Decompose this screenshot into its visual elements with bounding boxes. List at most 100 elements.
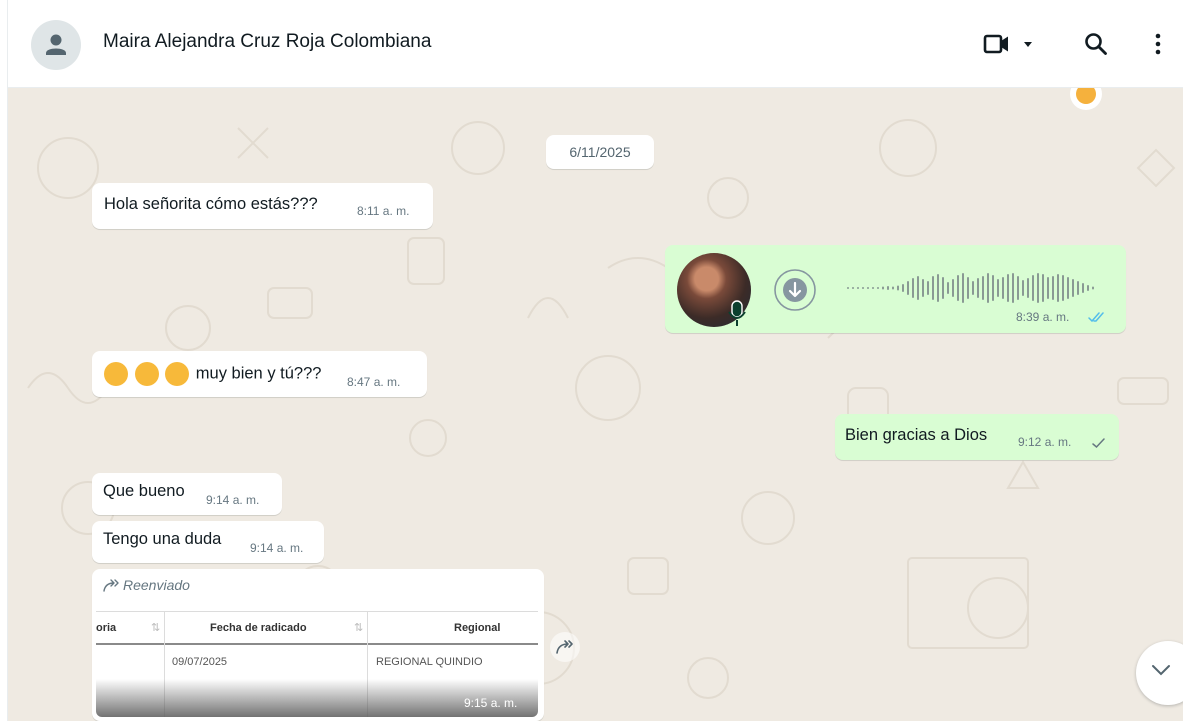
video-call-button[interactable] bbox=[976, 26, 1040, 62]
video-call-icon bbox=[983, 34, 1032, 54]
download-button[interactable] bbox=[773, 268, 817, 312]
waveform-bar bbox=[867, 287, 869, 289]
waveform-bar bbox=[1027, 278, 1029, 298]
message-text-with-emojis: muy bien y tú??? bbox=[104, 362, 321, 386]
waveform-bar bbox=[972, 281, 974, 295]
table-header-rule bbox=[96, 643, 538, 645]
message-time: 9:14 a. m. bbox=[206, 493, 260, 507]
waveform-bar bbox=[872, 287, 874, 289]
waveform-bar bbox=[1002, 277, 1004, 299]
contact-avatar[interactable] bbox=[31, 20, 81, 70]
waveform-bar bbox=[847, 287, 849, 289]
table-top-rule bbox=[96, 611, 538, 612]
waveform-bar bbox=[1012, 273, 1014, 303]
message-text: Que bueno bbox=[103, 482, 185, 500]
forwarded-image-bubble[interactable]: Reenviado oria ⇅ Fecha de radicado ⇅ Reg… bbox=[92, 569, 544, 721]
waveform-bar bbox=[927, 281, 929, 295]
message-time: 8:39 a. m. bbox=[1016, 310, 1070, 324]
message-time: 8:47 a. m. bbox=[347, 375, 401, 389]
waveform-bar bbox=[957, 275, 959, 301]
waveform-bar bbox=[1077, 281, 1079, 295]
message-bubble-incoming[interactable]: Tengo una duda 9:14 a. m. bbox=[92, 521, 324, 563]
message-time: 9:14 a. m. bbox=[250, 541, 304, 555]
sort-icon: ⇅ bbox=[354, 622, 364, 634]
chevron-down-icon bbox=[1152, 665, 1170, 676]
waveform-bar bbox=[1092, 286, 1094, 290]
voice-message-bubble[interactable]: 8:39 a. m. bbox=[665, 245, 1126, 333]
waveform-bar bbox=[1082, 283, 1084, 293]
microphone-icon bbox=[728, 300, 746, 326]
search-button[interactable] bbox=[1076, 26, 1116, 62]
waveform-bar bbox=[1087, 285, 1089, 291]
waveform-bar bbox=[942, 277, 944, 299]
waveform-bar bbox=[887, 286, 889, 290]
waveform-bar bbox=[1062, 275, 1064, 301]
waveform-bar bbox=[952, 279, 954, 297]
chat-header: Maira Alejandra Cruz Roja Colombiana bbox=[0, 0, 1183, 88]
menu-button[interactable] bbox=[1140, 26, 1176, 62]
waveform-bar bbox=[1007, 274, 1009, 302]
waveform-bar bbox=[982, 276, 984, 300]
message-time: 8:11 a. m. bbox=[357, 204, 410, 218]
single-check-icon bbox=[1092, 438, 1105, 449]
forwarded-image[interactable]: oria ⇅ Fecha de radicado ⇅ Regional 09/0… bbox=[96, 611, 538, 717]
chat-area[interactable]: 6/11/2025 Hola señorita cómo estás??? 8:… bbox=[8, 88, 1183, 721]
message-bubble-incoming[interactable]: Que bueno 9:14 a. m. bbox=[92, 473, 282, 515]
message-text: muy bien y tú??? bbox=[195, 364, 322, 383]
message-bubble-outgoing[interactable]: Bien gracias a Dios 9:12 a. m. bbox=[835, 414, 1119, 460]
forward-icon bbox=[556, 640, 573, 654]
voice-waveform bbox=[847, 273, 1094, 303]
waveform-bar bbox=[902, 284, 904, 292]
date-chip: 6/11/2025 bbox=[546, 135, 654, 169]
message-time: 9:12 a. m. bbox=[1018, 435, 1072, 449]
message-bubble-incoming[interactable]: Hola señorita cómo estás??? 8:11 a. m. bbox=[92, 183, 433, 229]
waveform-bar bbox=[987, 273, 989, 303]
waveform-bar bbox=[947, 282, 949, 294]
waveform-bar bbox=[1052, 276, 1054, 300]
table-header-cell: Fecha de radicado bbox=[210, 622, 307, 634]
table-header-cell: Regional bbox=[454, 622, 501, 634]
waveform-bar bbox=[1067, 277, 1069, 299]
message-text: Hola señorita cómo estás??? bbox=[104, 195, 318, 213]
waveform-bar bbox=[907, 281, 909, 295]
contact-name[interactable]: Maira Alejandra Cruz Roja Colombiana bbox=[103, 31, 431, 53]
more-vertical-icon bbox=[1155, 33, 1161, 55]
waveform-bar bbox=[1057, 274, 1059, 302]
panel-divider bbox=[0, 0, 8, 721]
waveform-bar bbox=[897, 285, 899, 291]
table-cell: REGIONAL QUINDIO bbox=[376, 656, 483, 668]
waveform-bar bbox=[882, 286, 884, 290]
waveform-bar bbox=[932, 276, 934, 300]
message-time: 9:15 a. m. bbox=[464, 696, 518, 710]
search-icon bbox=[1085, 33, 1107, 55]
double-check-read-icon bbox=[1088, 312, 1104, 323]
waveform-bar bbox=[1042, 274, 1044, 302]
face-with-hand-over-mouth-icon bbox=[134, 362, 159, 386]
chevron-down-icon bbox=[1024, 42, 1032, 47]
waveform-bar bbox=[977, 278, 979, 298]
waveform-bar bbox=[917, 276, 919, 300]
face-with-hand-over-mouth-icon bbox=[104, 362, 128, 386]
message-bubble-incoming[interactable]: muy bien y tú??? 8:47 a. m. bbox=[92, 351, 427, 397]
waveform-bar bbox=[912, 278, 914, 298]
message-text: Tengo una duda bbox=[103, 530, 222, 548]
message-text: Bien gracias a Dios bbox=[845, 426, 988, 444]
waveform-bar bbox=[852, 287, 854, 289]
waveform-bar bbox=[1022, 280, 1024, 296]
table-header-cell: oria bbox=[96, 622, 117, 634]
forward-button[interactable] bbox=[550, 632, 580, 662]
sort-icon: ⇅ bbox=[151, 622, 161, 634]
waveform-bar bbox=[1047, 277, 1049, 299]
forwarded-icon bbox=[103, 579, 119, 592]
waveform-bar bbox=[937, 274, 939, 302]
waveform-bar bbox=[962, 273, 964, 303]
waveform-bar bbox=[857, 287, 859, 289]
waveform-bar bbox=[967, 277, 969, 299]
waveform-bar bbox=[1017, 276, 1019, 300]
waveform-bar bbox=[862, 287, 864, 289]
waveform-bar bbox=[992, 275, 994, 301]
waveform-bar bbox=[997, 279, 999, 297]
person-icon bbox=[46, 34, 66, 55]
waveform-bar bbox=[1072, 279, 1074, 297]
waveform-bar bbox=[892, 286, 894, 290]
